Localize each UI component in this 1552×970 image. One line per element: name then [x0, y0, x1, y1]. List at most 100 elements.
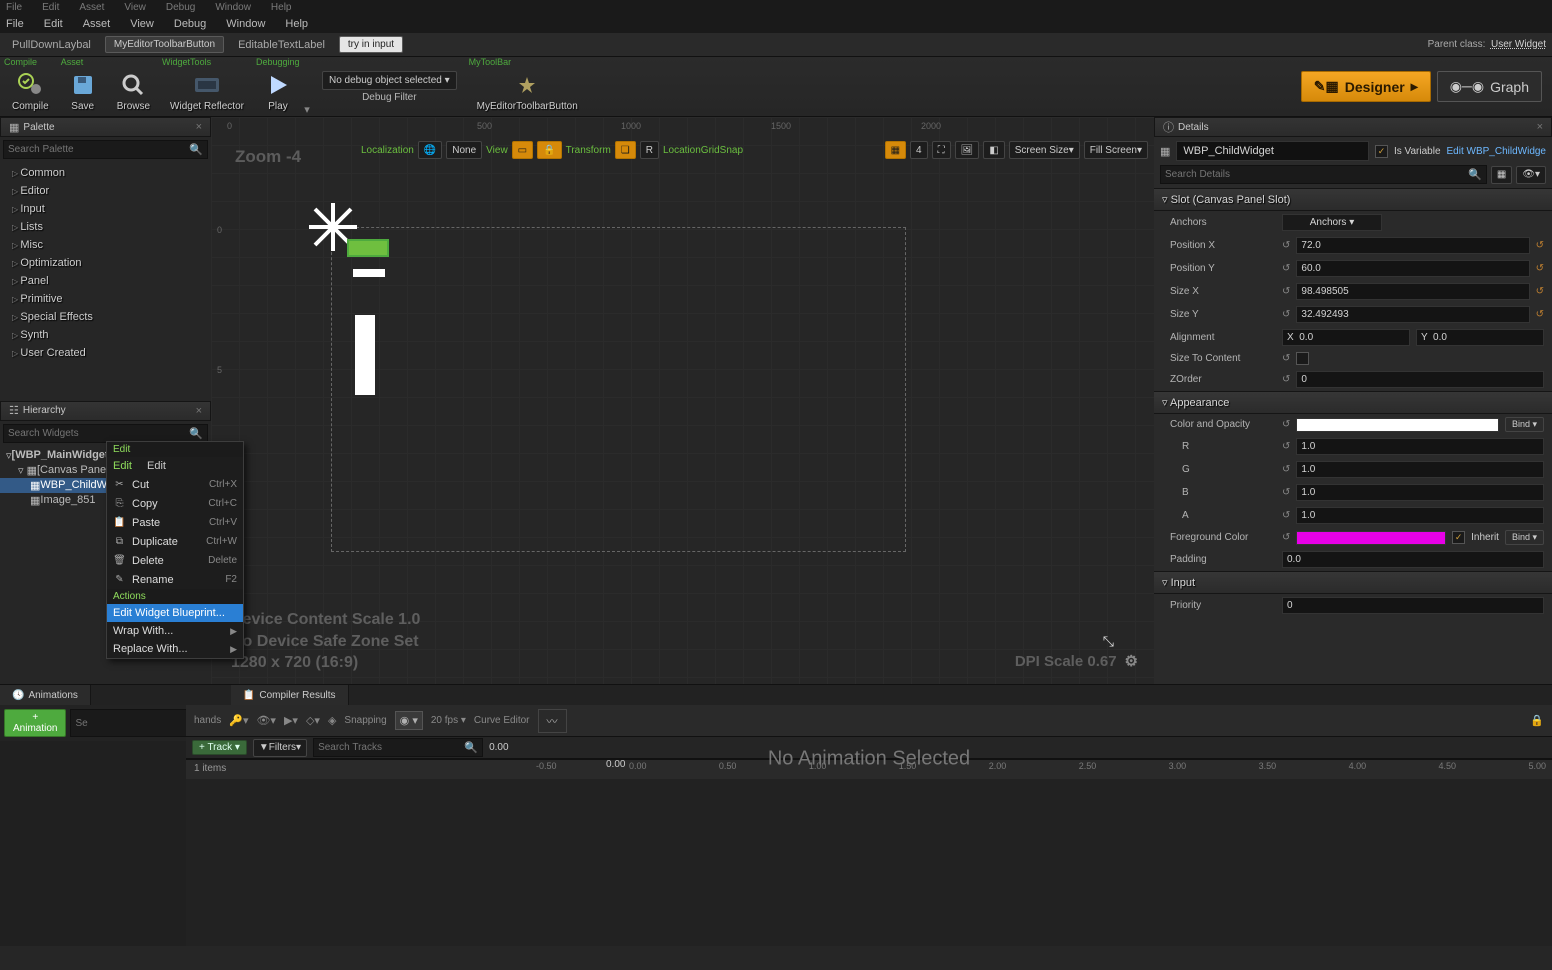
size-y-input[interactable] [1296, 306, 1529, 323]
alignment-x-input[interactable] [1282, 329, 1410, 346]
ctx-cut[interactable]: ✂CutCtrl+X [107, 475, 243, 494]
reset-icon[interactable]: ↺ [1536, 263, 1544, 274]
image-button[interactable]: 🖼 [955, 141, 980, 159]
anchors-dropdown[interactable]: Anchors ▾ [1282, 214, 1382, 231]
color-a-input[interactable] [1296, 507, 1544, 524]
menu-file[interactable]: File [6, 18, 24, 30]
ctx-paste[interactable]: 📋PasteCtrl+V [107, 513, 243, 532]
ctx-rename[interactable]: ✎RenameF2 [107, 570, 243, 589]
reset-icon[interactable]: ↺ [1536, 286, 1544, 297]
fill-screen-dropdown[interactable]: Fill Screen ▾ [1084, 141, 1148, 159]
palette-cat[interactable]: Synth [4, 326, 207, 344]
filters-dropdown[interactable]: ▼ Filters ▾ [253, 739, 307, 757]
selected-widget[interactable] [349, 241, 387, 255]
animations-tab[interactable]: 🕓Animations [0, 685, 91, 705]
pulldown-label[interactable]: PullDownLaybal [6, 39, 97, 51]
widget-name-input[interactable] [1176, 141, 1369, 161]
menu-window[interactable]: Window [226, 18, 265, 30]
save-button[interactable]: Asset Save [59, 57, 107, 116]
position-y-input[interactable] [1296, 260, 1529, 277]
palette-cat[interactable]: User Created [4, 344, 207, 362]
alignment-y-input[interactable] [1416, 329, 1544, 346]
menu-view[interactable]: View [130, 18, 154, 30]
play-icon[interactable]: ▶▾ [284, 714, 298, 727]
gear-icon[interactable]: ⚙ [1125, 652, 1138, 670]
keyframe-icon[interactable]: ◇▾ [306, 714, 320, 727]
palette-cat[interactable]: Input [4, 200, 207, 218]
animations-list[interactable] [0, 741, 186, 946]
compiler-results-tab[interactable]: 📋Compiler Results [231, 685, 349, 705]
hierarchy-search[interactable]: 🔍 [3, 424, 208, 443]
color-r-input[interactable] [1296, 438, 1544, 455]
bind-button[interactable]: Bind ▾ [1505, 417, 1544, 432]
size-x-input[interactable] [1296, 283, 1529, 300]
try-input-button[interactable]: try in input [339, 36, 403, 53]
ctx-edit-submenu[interactable]: Edit Edit [107, 457, 243, 475]
grid-snap-button[interactable]: ▦ [885, 141, 906, 159]
key-icon[interactable]: 🔑▾ [229, 714, 248, 727]
view-dashed-button[interactable]: ▭ [512, 141, 533, 159]
curve-editor-button[interactable]: 〰 [538, 709, 567, 733]
zorder-input[interactable] [1296, 371, 1544, 388]
palette-search[interactable]: 🔍 [3, 140, 208, 159]
menu-asset[interactable]: Asset [83, 18, 111, 30]
parent-class-link[interactable]: User Widget [1491, 39, 1546, 50]
none-button[interactable]: None [446, 141, 482, 159]
padding-input[interactable] [1282, 551, 1544, 568]
transform-mode-button[interactable]: ❏ [615, 141, 636, 159]
position-x-input[interactable] [1296, 237, 1529, 254]
palette-cat[interactable]: Editor [4, 182, 207, 200]
bind-button[interactable]: Bind ▾ [1505, 530, 1544, 545]
color-b-input[interactable] [1296, 484, 1544, 501]
palette-list[interactable]: Common Editor Input Lists Misc Optimizat… [0, 162, 211, 401]
grid-size-input[interactable]: 4 [910, 141, 928, 159]
inherit-checkbox[interactable]: ✓ [1452, 531, 1465, 544]
input-section[interactable]: ▿ Input [1154, 571, 1552, 594]
details-grid-button[interactable]: ▦ [1491, 166, 1512, 184]
fps-dropdown[interactable]: 20 fps ▾ [431, 715, 466, 726]
compile-button[interactable]: Compile Compile [2, 57, 59, 116]
add-track-button[interactable]: + Track ▾ [192, 740, 247, 755]
palette-search-input[interactable] [8, 144, 189, 155]
play-button[interactable]: Debugging Play [254, 57, 302, 116]
search-tracks-input[interactable] [318, 742, 464, 753]
color-g-input[interactable] [1296, 461, 1544, 478]
eye-icon[interactable]: 👁▾ [256, 714, 276, 727]
menu-edit[interactable]: Edit [44, 18, 63, 30]
palette-close-icon[interactable]: × [196, 121, 202, 133]
ctx-replace-with[interactable]: Replace With...▶ [107, 640, 243, 658]
mirror-button[interactable]: ◧ [983, 141, 1004, 159]
hierarchy-close-icon[interactable]: × [196, 405, 202, 417]
is-variable-checkbox[interactable]: ✓ [1375, 145, 1388, 158]
palette-cat[interactable]: Optimization [4, 254, 207, 272]
hierarchy-search-input[interactable] [8, 428, 189, 439]
snap-toggle[interactable]: ◉ ▾ [395, 711, 423, 730]
ctx-copy[interactable]: ⎘CopyCtrl+C [107, 494, 243, 513]
mytoolbar-button[interactable]: MyToolBar MyEditorToolbarButton [467, 57, 588, 116]
details-close-icon[interactable]: × [1537, 121, 1543, 133]
foreground-swatch[interactable] [1296, 531, 1446, 545]
graph-mode-button[interactable]: ◉─◉ Graph [1437, 71, 1542, 102]
edit-blueprint-link[interactable]: Edit WBP_ChildWidge [1447, 146, 1546, 157]
canvas-widget-image[interactable] [355, 315, 375, 395]
palette-cat[interactable]: Misc [4, 236, 207, 254]
appearance-section[interactable]: ▿ Appearance [1154, 391, 1552, 414]
menu-help[interactable]: Help [285, 18, 308, 30]
palette-cat[interactable]: Lists [4, 218, 207, 236]
browse-button[interactable]: Browse [107, 57, 160, 116]
color-swatch[interactable] [1296, 418, 1499, 432]
lock-icon[interactable]: 🔒 [1530, 714, 1544, 727]
details-search-input[interactable] [1165, 169, 1468, 180]
widget-reflector-button[interactable]: WidgetTools Widget Reflector [160, 57, 254, 116]
reset-icon[interactable]: ↺ [1536, 240, 1544, 251]
custom-btn-1[interactable]: MyEditorToolbarButton [105, 36, 224, 53]
diamond-icon[interactable]: ◈ [328, 714, 336, 727]
view-lock-button[interactable]: 🔒 [537, 141, 561, 159]
ctx-wrap-with[interactable]: Wrap With...▶ [107, 622, 243, 640]
ctx-duplicate[interactable]: ⧉DuplicateCtrl+W [107, 532, 243, 551]
ctx-delete[interactable]: 🗑DeleteDelete [107, 551, 243, 570]
reset-icon[interactable]: ↺ [1536, 309, 1544, 320]
canvas-widget-bar[interactable] [353, 269, 385, 277]
priority-input[interactable] [1282, 597, 1544, 614]
designer-mode-button[interactable]: ✎▦ Designer▸ [1301, 71, 1431, 102]
